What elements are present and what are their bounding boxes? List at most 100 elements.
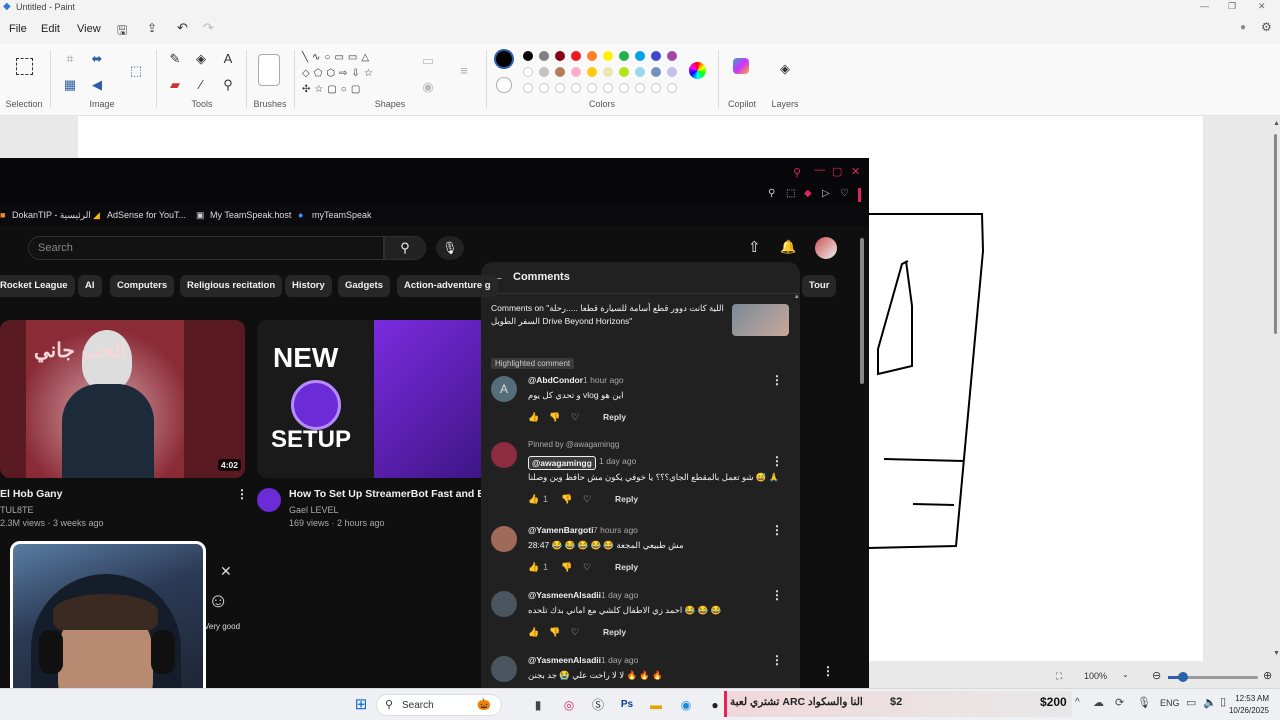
category-chip[interactable]: Tour (802, 275, 837, 297)
share-icon[interactable]: ⇪ (147, 21, 157, 35)
reply-button[interactable]: Reply (615, 494, 638, 504)
zoom-out-icon[interactable]: ⊖ (1152, 669, 1161, 682)
close-window-button[interactable]: ✕ (1258, 1, 1266, 12)
close-icon[interactable]: ✕ (220, 563, 232, 580)
chevron-up-icon[interactable]: ^ (1075, 697, 1080, 708)
copilot-icon[interactable] (733, 58, 749, 74)
upload-icon[interactable]: ⇧ (748, 238, 761, 256)
pocket-icon[interactable]: ◆ (804, 188, 812, 199)
commenter-avatar[interactable] (491, 591, 517, 617)
zoom-slider-thumb[interactable] (1178, 672, 1188, 682)
browser-search-icon[interactable]: ⚲ (793, 166, 801, 179)
video-title[interactable]: El Hob Gany (0, 488, 62, 500)
color-swatch[interactable] (571, 51, 581, 61)
comment-time[interactable]: 7 hours ago (593, 525, 638, 535)
empty-color-slot[interactable] (523, 83, 533, 93)
chevron-down-icon[interactable]: ⌄ (1122, 670, 1129, 679)
empty-color-slot[interactable] (635, 83, 645, 93)
channel-name[interactable]: TUL8TE (0, 505, 34, 515)
undo-icon[interactable]: ↶ (177, 20, 188, 36)
more-options-icon[interactable]: ⋮ (822, 664, 834, 678)
bookmark-item[interactable]: DokanTIP - الرئيسية (12, 210, 91, 221)
commenter-name[interactable]: @awagamingg (528, 456, 596, 470)
empty-color-slot[interactable] (571, 83, 581, 93)
task-view-icon[interactable]: ▮ (527, 695, 549, 715)
commenter-avatar[interactable] (491, 526, 517, 552)
color-swatch[interactable] (587, 67, 597, 77)
image-tools-icon[interactable]: ⬚ (128, 64, 144, 78)
color-swatch[interactable] (635, 51, 645, 61)
comment-menu-icon[interactable]: ⋮ (771, 588, 783, 602)
brush-icon[interactable] (258, 54, 280, 86)
channel-name[interactable]: Gael LEVEL (289, 505, 339, 515)
layers-icon[interactable]: ◈ (777, 62, 793, 76)
color-swatch[interactable] (651, 67, 661, 77)
search-button[interactable]: ⚲ (384, 236, 426, 260)
heart-icon[interactable]: ♡ (583, 494, 591, 505)
color-swatch[interactable] (667, 67, 677, 77)
scroll-thumb[interactable] (860, 238, 864, 384)
primary-color[interactable] (494, 49, 514, 69)
comment-menu-icon[interactable]: ⋮ (771, 373, 783, 387)
mic-icon[interactable]: 🎙 (1137, 696, 1151, 709)
outline-icon[interactable]: ▭ (420, 54, 436, 68)
comment-time[interactable]: 1 day ago (601, 590, 638, 600)
video-thumbnail[interactable]: NEW SETUP (257, 320, 497, 478)
zoom-value[interactable]: 100% (1084, 671, 1107, 681)
network-icon[interactable]: ▭ (1186, 696, 1196, 709)
commenter-name[interactable]: @YasmeenAlsadii (528, 655, 601, 665)
color-swatch[interactable] (523, 51, 533, 61)
heart-icon[interactable]: ♡ (583, 562, 591, 573)
empty-color-slot[interactable] (667, 83, 677, 93)
video-ref-thumbnail[interactable] (732, 304, 789, 336)
commenter-name[interactable]: @AbdCondor (528, 375, 583, 385)
color-swatch[interactable] (619, 51, 629, 61)
avatar[interactable] (815, 237, 837, 259)
color-swatch[interactable] (539, 67, 549, 77)
sync-icon[interactable]: ⟳ (1115, 696, 1124, 709)
secondary-color[interactable] (496, 77, 512, 93)
category-chip[interactable]: Religious recitation (180, 275, 283, 297)
dislike-button[interactable]: 👎 (561, 562, 572, 573)
commenter-name[interactable]: @YasmeenAlsadii (528, 590, 601, 600)
empty-color-slot[interactable] (603, 83, 613, 93)
heart-icon[interactable]: ♡ (571, 412, 579, 423)
commenter-avatar[interactable] (491, 656, 517, 682)
scroll-up-icon[interactable]: ▲ (1273, 120, 1280, 127)
channel-avatar[interactable] (257, 488, 281, 512)
magnifier-icon[interactable]: ⚲ (220, 78, 236, 92)
crop-icon[interactable]: ⌗ (62, 52, 78, 66)
text-tool-icon[interactable]: A (220, 52, 236, 66)
scroll-up-icon[interactable]: ▴ (795, 292, 799, 300)
menu-file[interactable]: File (9, 23, 27, 35)
commenter-name[interactable]: @YamenBargoti (528, 525, 593, 535)
clock-date[interactable]: 10/26/2025 (1227, 706, 1269, 715)
minimize-button[interactable]: — (1200, 1, 1209, 11)
color-swatch[interactable] (571, 67, 581, 77)
language-indicator[interactable]: ENG (1160, 698, 1180, 708)
app-icon[interactable]: ● (704, 695, 726, 715)
scroll-thumb[interactable] (1274, 134, 1277, 334)
bookmark-item[interactable]: AdSense for YouT... (107, 210, 186, 220)
scroll-down-icon[interactable]: ▼ (1273, 650, 1280, 657)
maximize-button[interactable]: ❐ (1228, 1, 1236, 12)
fill-icon[interactable]: ◈ (193, 52, 209, 66)
video-thumbnail[interactable]: الحب جاني 4:02 (0, 320, 245, 478)
empty-color-slot[interactable] (619, 83, 629, 93)
resize-icon[interactable]: ⬌ (89, 52, 105, 66)
more-options-icon[interactable]: ⋮ (236, 487, 248, 501)
reply-button[interactable]: Reply (615, 562, 638, 572)
comment-menu-icon[interactable]: ⋮ (771, 523, 783, 537)
dislike-button[interactable]: 👎 (549, 627, 560, 638)
color-swatch[interactable] (667, 51, 677, 61)
play-icon[interactable]: ▷ (822, 188, 830, 199)
clock-time[interactable]: 12:53 AM (1233, 694, 1269, 703)
notifications-bell-icon[interactable]: 🔔 (780, 239, 796, 255)
size-icon[interactable]: ≡ (456, 64, 472, 78)
menu-view[interactable]: View (77, 23, 101, 35)
category-chip[interactable]: AI (78, 275, 102, 297)
neutral-face-icon[interactable]: ☺ (208, 590, 228, 613)
comment-time[interactable]: 1 day ago (601, 655, 638, 665)
comment-time[interactable]: 1 hour ago (583, 375, 624, 385)
photoshop-icon[interactable]: Ps (616, 695, 638, 715)
